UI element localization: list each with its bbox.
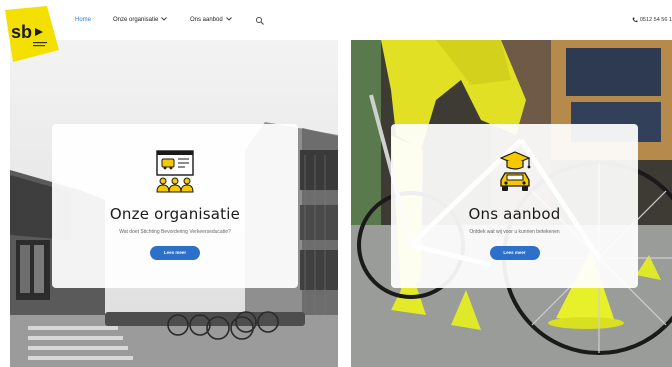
presentation-board-icon (156, 150, 194, 193)
nav-home[interactable]: Home (75, 14, 91, 26)
card-subtitle: Ontdek wat wij voor u kunnen betekenen (469, 229, 560, 235)
phone-icon (632, 17, 638, 22)
phone-number[interactable]: 0512 54 56 1 (632, 14, 672, 26)
phone-text: 0512 54 56 1 (639, 17, 672, 23)
aanbod-panel[interactable]: Ons aanbod Ontdek wat wij voor u kunnen … (351, 40, 672, 367)
nav-aanbod-label: Ons aanbod (190, 17, 223, 23)
graduation-car-icon (498, 151, 531, 191)
chevron-down-icon (161, 17, 168, 22)
site-header: sb Home Onze organisatie Ons aanbod 0512… (0, 0, 672, 62)
logo-text: sb (11, 22, 32, 42)
nav-organisatie[interactable]: Onze organisatie (113, 14, 168, 26)
card-title: Onze organisatie (109, 205, 241, 223)
card-subtitle: Wat doet Stichting Bevordering Verkeerse… (119, 229, 231, 235)
nav-aanbod[interactable]: Ons aanbod (190, 14, 232, 26)
search-icon[interactable] (255, 16, 265, 26)
organisatie-panel[interactable]: Onze organisatie Wat doet Stichting Bevo… (10, 40, 338, 367)
lees-meer-button[interactable]: Lees meer (489, 246, 540, 260)
aanbod-card: Ons aanbod Ontdek wat wij voor u kunnen … (391, 124, 638, 288)
lees-meer-button[interactable]: Lees meer (150, 246, 200, 260)
nav-organisatie-label: Onze organisatie (113, 17, 159, 23)
organisatie-card: Onze organisatie Wat doet Stichting Bevo… (52, 124, 298, 288)
logo[interactable]: sb (3, 6, 59, 62)
chevron-down-icon (225, 17, 232, 22)
card-title: Ons aanbod (468, 205, 561, 223)
